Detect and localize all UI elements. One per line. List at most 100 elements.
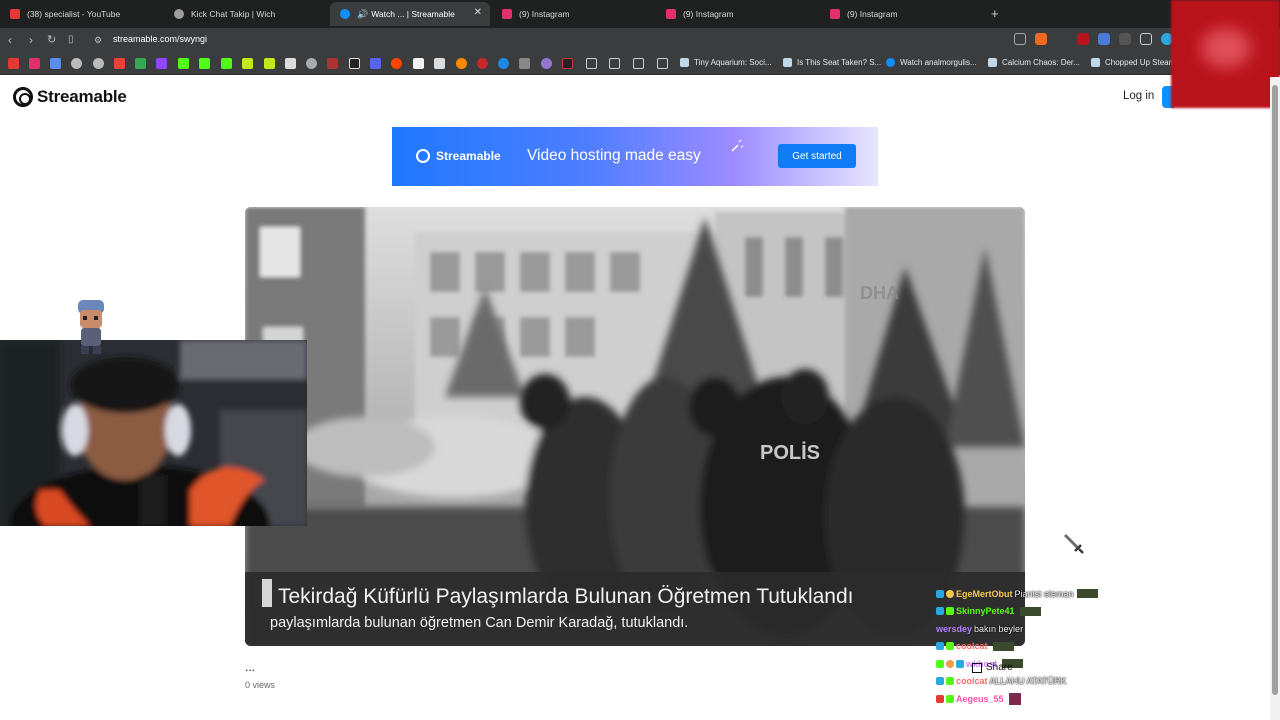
browser-tab-strip: (38) specialist - YouTube Kick Chat Taki…	[0, 0, 1280, 28]
tab-title: Watch ... | Streamable	[371, 9, 455, 19]
bookmark-item[interactable]: Is This Seat Taken? S...	[783, 58, 881, 67]
reddit-icon[interactable]	[391, 58, 402, 69]
chat-username: SkinnyPete41	[956, 606, 1015, 617]
bookmark-item[interactable]: Chopped Up Steam	[1091, 58, 1175, 67]
discord-icon[interactable]	[370, 58, 381, 69]
instagram-icon	[666, 9, 676, 19]
translate-icon[interactable]	[50, 58, 61, 69]
youtube-icon[interactable]	[8, 58, 19, 69]
extension-icon[interactable]	[434, 58, 445, 69]
extension-icon[interactable]	[541, 58, 552, 69]
tab-title: (9) Instagram	[683, 9, 734, 19]
play-icon[interactable]	[498, 58, 509, 69]
extension-icon[interactable]	[1119, 33, 1131, 45]
twitch-icon[interactable]	[156, 58, 167, 69]
sparkle-icon	[731, 139, 744, 152]
new-tab-button[interactable]: +	[991, 6, 999, 21]
badge-icon	[936, 607, 944, 616]
banner-tagline: Video hosting made easy	[527, 147, 701, 164]
badge-icon	[956, 659, 964, 668]
extension-icon[interactable]	[306, 58, 317, 69]
gmail-icon[interactable]	[114, 58, 125, 69]
streamable-logo[interactable]: Streamable	[13, 87, 127, 107]
bookmark-item[interactable]: Calcium Chaos: Der...	[988, 58, 1080, 67]
tab-instagram-3[interactable]: (9) Instagram	[820, 2, 980, 26]
bookmark-item[interactable]: Tiny Aquarium: Soci...	[680, 58, 772, 67]
promo-banner[interactable]: Streamable Video hosting made easy Get s…	[392, 127, 878, 186]
extension-icon[interactable]	[477, 58, 488, 69]
extension-icon[interactable]	[456, 58, 467, 69]
close-tab-icon[interactable]: ✕	[474, 7, 482, 18]
folder-icon[interactable]	[633, 58, 644, 69]
globe-icon[interactable]	[71, 58, 82, 69]
speaker-icon: 🔊	[357, 8, 369, 19]
tab-kick-chat[interactable]: Kick Chat Takip | Wich	[164, 2, 324, 26]
browser-toolbar: ‹ › ↻ ▯ ⚙ streamable.com/swyngi	[0, 28, 1280, 53]
emote-icon	[992, 641, 1014, 651]
site-info-icon[interactable]: ⚙	[94, 33, 102, 47]
reload-icon[interactable]: ↻	[47, 33, 56, 47]
x-icon[interactable]	[349, 58, 360, 69]
bookmark-item[interactable]: Watch analmorgulis...	[886, 58, 977, 67]
chat-text: Pianist eleman	[1014, 588, 1074, 599]
tab-instagram-2[interactable]: (9) Instagram	[656, 2, 816, 26]
brand-name: Streamable	[37, 87, 127, 106]
kick-icon[interactable]	[562, 58, 573, 69]
instagram-icon[interactable]	[29, 58, 40, 69]
badge-icon	[936, 677, 944, 686]
chat-message: wersdey bakın beyler	[936, 620, 1126, 638]
steam-icon	[988, 58, 997, 67]
get-started-button[interactable]: Get started	[778, 144, 856, 168]
drive-icon[interactable]	[135, 58, 146, 69]
address-bar[interactable]: streamable.com/swyngi	[113, 34, 207, 44]
chat-username: coolcat	[956, 641, 988, 652]
anchor-icon[interactable]	[285, 58, 296, 69]
forward-icon[interactable]: ›	[29, 33, 33, 47]
streamable-icon	[416, 149, 430, 163]
tab-streamable[interactable]: 🔊 Watch ... | Streamable ✕	[330, 2, 490, 26]
bookmark-icon[interactable]: ▯	[68, 33, 74, 47]
tab-title: (9) Instagram	[519, 9, 570, 19]
kick-icon[interactable]	[199, 58, 210, 69]
extension-icon[interactable]	[264, 58, 275, 69]
video-player[interactable]: DHA POLİS Tekirdağ Küfürlü Paylaşımlarda…	[245, 207, 1025, 646]
folder-icon[interactable]	[609, 58, 620, 69]
folder-icon[interactable]	[586, 58, 597, 69]
page-scrollbar[interactable]	[1270, 77, 1280, 720]
kick-icon[interactable]	[221, 58, 232, 69]
instagram-icon	[830, 9, 840, 19]
extension-icon[interactable]	[413, 58, 424, 69]
scrollbar-thumb[interactable]	[1272, 85, 1278, 695]
extension-icon[interactable]	[1077, 33, 1089, 45]
share-button[interactable]: Share	[972, 662, 1013, 673]
badge-icon	[936, 589, 944, 598]
badge-icon	[946, 659, 954, 668]
badge-icon	[936, 642, 944, 651]
instagram-icon	[502, 9, 512, 19]
steam-icon	[680, 58, 689, 67]
kick-icon[interactable]	[178, 58, 189, 69]
tab-youtube[interactable]: (38) specialist - YouTube	[0, 2, 160, 26]
badge-icon	[946, 694, 954, 703]
brave-shield-icon[interactable]	[1035, 33, 1047, 45]
emote-icon	[1076, 589, 1098, 599]
globe-icon[interactable]	[93, 58, 104, 69]
badge-icon	[936, 694, 944, 703]
badge-icon	[946, 589, 954, 598]
share-icon[interactable]	[1014, 33, 1026, 45]
extension-icon[interactable]	[519, 58, 530, 69]
login-link[interactable]: Log in	[1123, 90, 1154, 102]
folder-icon[interactable]	[657, 58, 668, 69]
extension-icon[interactable]	[242, 58, 253, 69]
tab-title: Kick Chat Takip | Wich	[191, 9, 276, 19]
chat-message: SkinnyPete41	[936, 603, 1126, 621]
caption-subtitle: paylaşımlarda bulunan öğretmen Can Demir…	[270, 615, 688, 631]
extension-icon[interactable]	[327, 58, 338, 69]
extension-icon[interactable]	[1140, 33, 1152, 45]
banner-brand: Streamable	[436, 149, 501, 163]
bookmarks-bar: Tiny Aquarium: Soci... Is This Seat Take…	[0, 53, 1280, 75]
extension-icon[interactable]	[1098, 33, 1110, 45]
back-icon[interactable]: ‹	[8, 33, 12, 47]
tab-instagram-1[interactable]: (9) Instagram	[492, 2, 652, 26]
banner-logo: Streamable	[416, 149, 501, 163]
